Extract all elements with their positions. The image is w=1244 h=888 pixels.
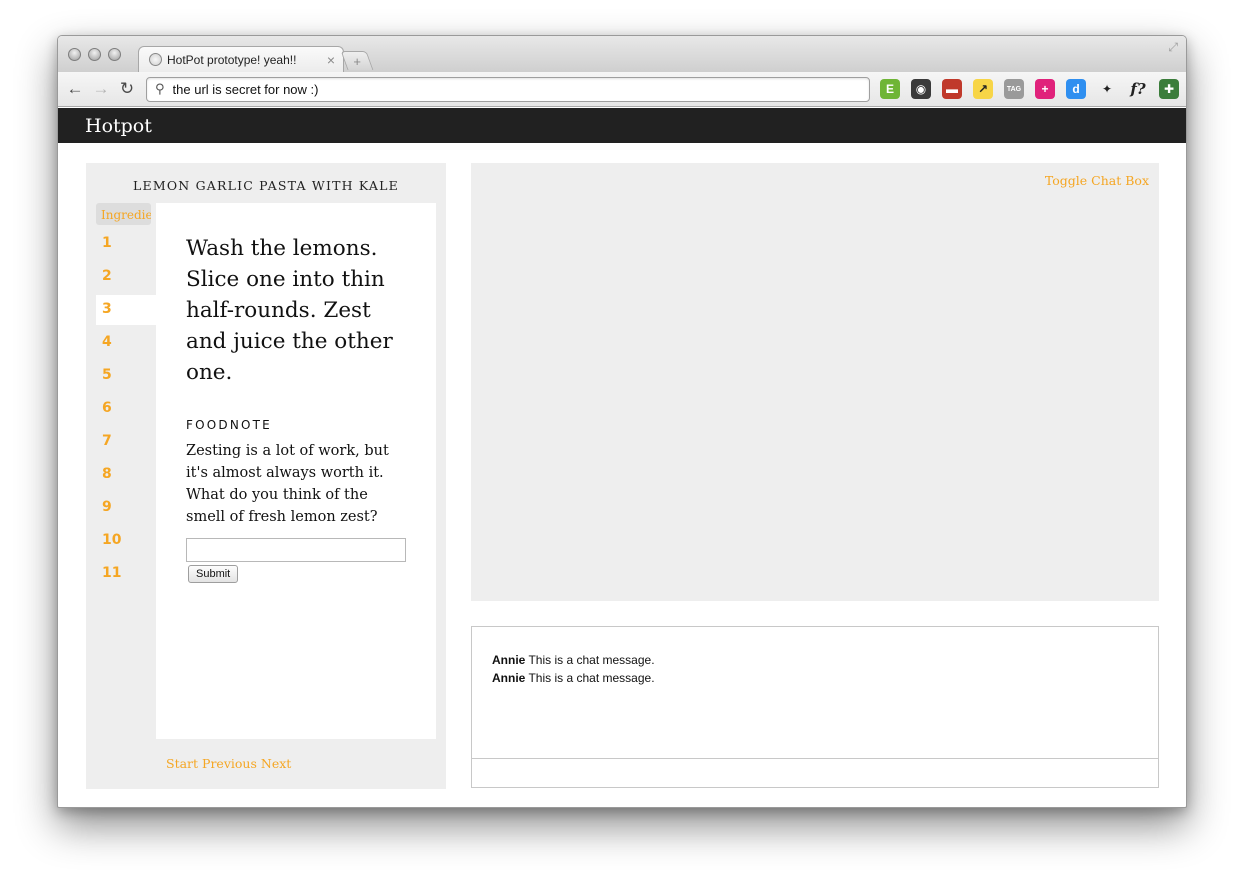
app-logo[interactable]: Hotpot xyxy=(85,115,152,137)
foodnote-heading: FOODNOTE xyxy=(186,418,272,432)
window-controls xyxy=(68,48,121,61)
plus-icon: + xyxy=(353,53,361,69)
chat-message: Annie This is a chat message. xyxy=(492,669,1138,687)
browser-window: HotPot prototype! yeah!! × + ⤢ ← → ↻ ⚲ E… xyxy=(57,35,1187,808)
forward-icon[interactable]: → xyxy=(88,79,114,99)
recipe-title: LEMON GARLIC PASTA WITH KALE xyxy=(133,178,399,193)
chat-text: This is a chat message. xyxy=(528,671,655,685)
evernote-icon[interactable]: E xyxy=(880,79,900,99)
step-tab-4[interactable]: 4 xyxy=(96,328,156,358)
step-tab-11[interactable]: 11 xyxy=(96,559,156,589)
chat-text: This is a chat message. xyxy=(528,653,655,667)
recipe-panel: LEMON GARLIC PASTA WITH KALE Ingredients… xyxy=(86,163,446,789)
step-tab-7[interactable]: 7 xyxy=(96,427,156,457)
browser-tab[interactable]: HotPot prototype! yeah!! × xyxy=(138,46,344,72)
step-tab-9[interactable]: 9 xyxy=(96,493,156,523)
tab-strip: HotPot prototype! yeah!! × + ⤢ xyxy=(58,36,1186,72)
chat-input[interactable] xyxy=(472,758,1158,787)
tab-close-icon[interactable]: × xyxy=(327,52,335,68)
pin-icon[interactable]: ✦ xyxy=(1097,79,1117,99)
back-icon[interactable]: ← xyxy=(62,79,88,99)
step-tab-10[interactable]: 10 xyxy=(96,526,156,556)
url-input[interactable] xyxy=(172,81,861,97)
search-icon: ⚲ xyxy=(155,81,165,96)
next-link[interactable]: Next xyxy=(261,756,291,771)
extension-icons: E ◉ ▬ ↗ TAG + d ✦ f? ✚ xyxy=(880,79,1179,99)
toggle-chat-link[interactable]: Toggle Chat Box xyxy=(1045,173,1149,188)
step-tab-2[interactable]: 2 xyxy=(96,262,156,292)
video-panel: Toggle Chat Box xyxy=(471,163,1159,601)
address-bar[interactable]: ⚲ xyxy=(146,76,870,102)
close-window-button[interactable] xyxy=(68,48,81,61)
ingredients-tab[interactable]: Ingredients xyxy=(96,203,151,225)
new-tab-button[interactable]: + xyxy=(340,51,374,70)
foodnote-text: Zesting is a lot of work, but it's almos… xyxy=(186,443,389,525)
step-pager: Start Previous Next xyxy=(166,756,291,771)
submit-button[interactable]: Submit xyxy=(188,565,239,583)
chat-author: Annie xyxy=(492,671,526,685)
reload-icon[interactable]: ↻ xyxy=(114,79,140,99)
step-tab-1[interactable]: 1 xyxy=(96,229,156,259)
fullscreen-icon[interactable]: ⤢ xyxy=(1168,40,1178,55)
color-picker-icon[interactable]: ◉ xyxy=(911,79,931,99)
chat-box: Annie This is a chat message. Annie This … xyxy=(471,626,1159,788)
chat-message: Annie This is a chat message. xyxy=(492,651,1138,669)
sticky-note-icon[interactable]: ↗ xyxy=(973,79,993,99)
start-link[interactable]: Start xyxy=(166,756,198,771)
app-header: Hotpot xyxy=(58,108,1186,143)
step-tab-8[interactable]: 8 xyxy=(96,460,156,490)
browser-toolbar: ← → ↻ ⚲ E ◉ ▬ ↗ TAG + d ✦ f? ✚ xyxy=(58,72,1186,107)
step-card: Wash the lemons. Slice one into thin hal… xyxy=(156,203,436,739)
chat-author: Annie xyxy=(492,653,526,667)
minimize-window-button[interactable] xyxy=(88,48,101,61)
step-tab-6[interactable]: 6 xyxy=(96,394,156,424)
tag-icon[interactable]: TAG xyxy=(1004,79,1024,99)
plus-circle-icon[interactable]: + xyxy=(1035,79,1055,99)
globe-icon xyxy=(149,53,162,66)
wrench-icon[interactable]: ✚ xyxy=(1159,79,1179,99)
step-tab-3[interactable]: 3 xyxy=(96,295,156,325)
zoom-window-button[interactable] xyxy=(108,48,121,61)
chat-messages: Annie This is a chat message. Annie This … xyxy=(492,651,1138,687)
couch-icon[interactable]: ▬ xyxy=(942,79,962,99)
previous-link[interactable]: Previous xyxy=(202,756,257,771)
whatfont-icon[interactable]: f? xyxy=(1128,79,1148,99)
foodnote-answer-input[interactable] xyxy=(186,538,406,562)
step-instruction: Wash the lemons. Slice one into thin hal… xyxy=(186,236,393,385)
step-tab-5[interactable]: 5 xyxy=(96,361,156,391)
delicious-icon[interactable]: d xyxy=(1066,79,1086,99)
tab-title: HotPot prototype! yeah!! xyxy=(167,52,297,67)
